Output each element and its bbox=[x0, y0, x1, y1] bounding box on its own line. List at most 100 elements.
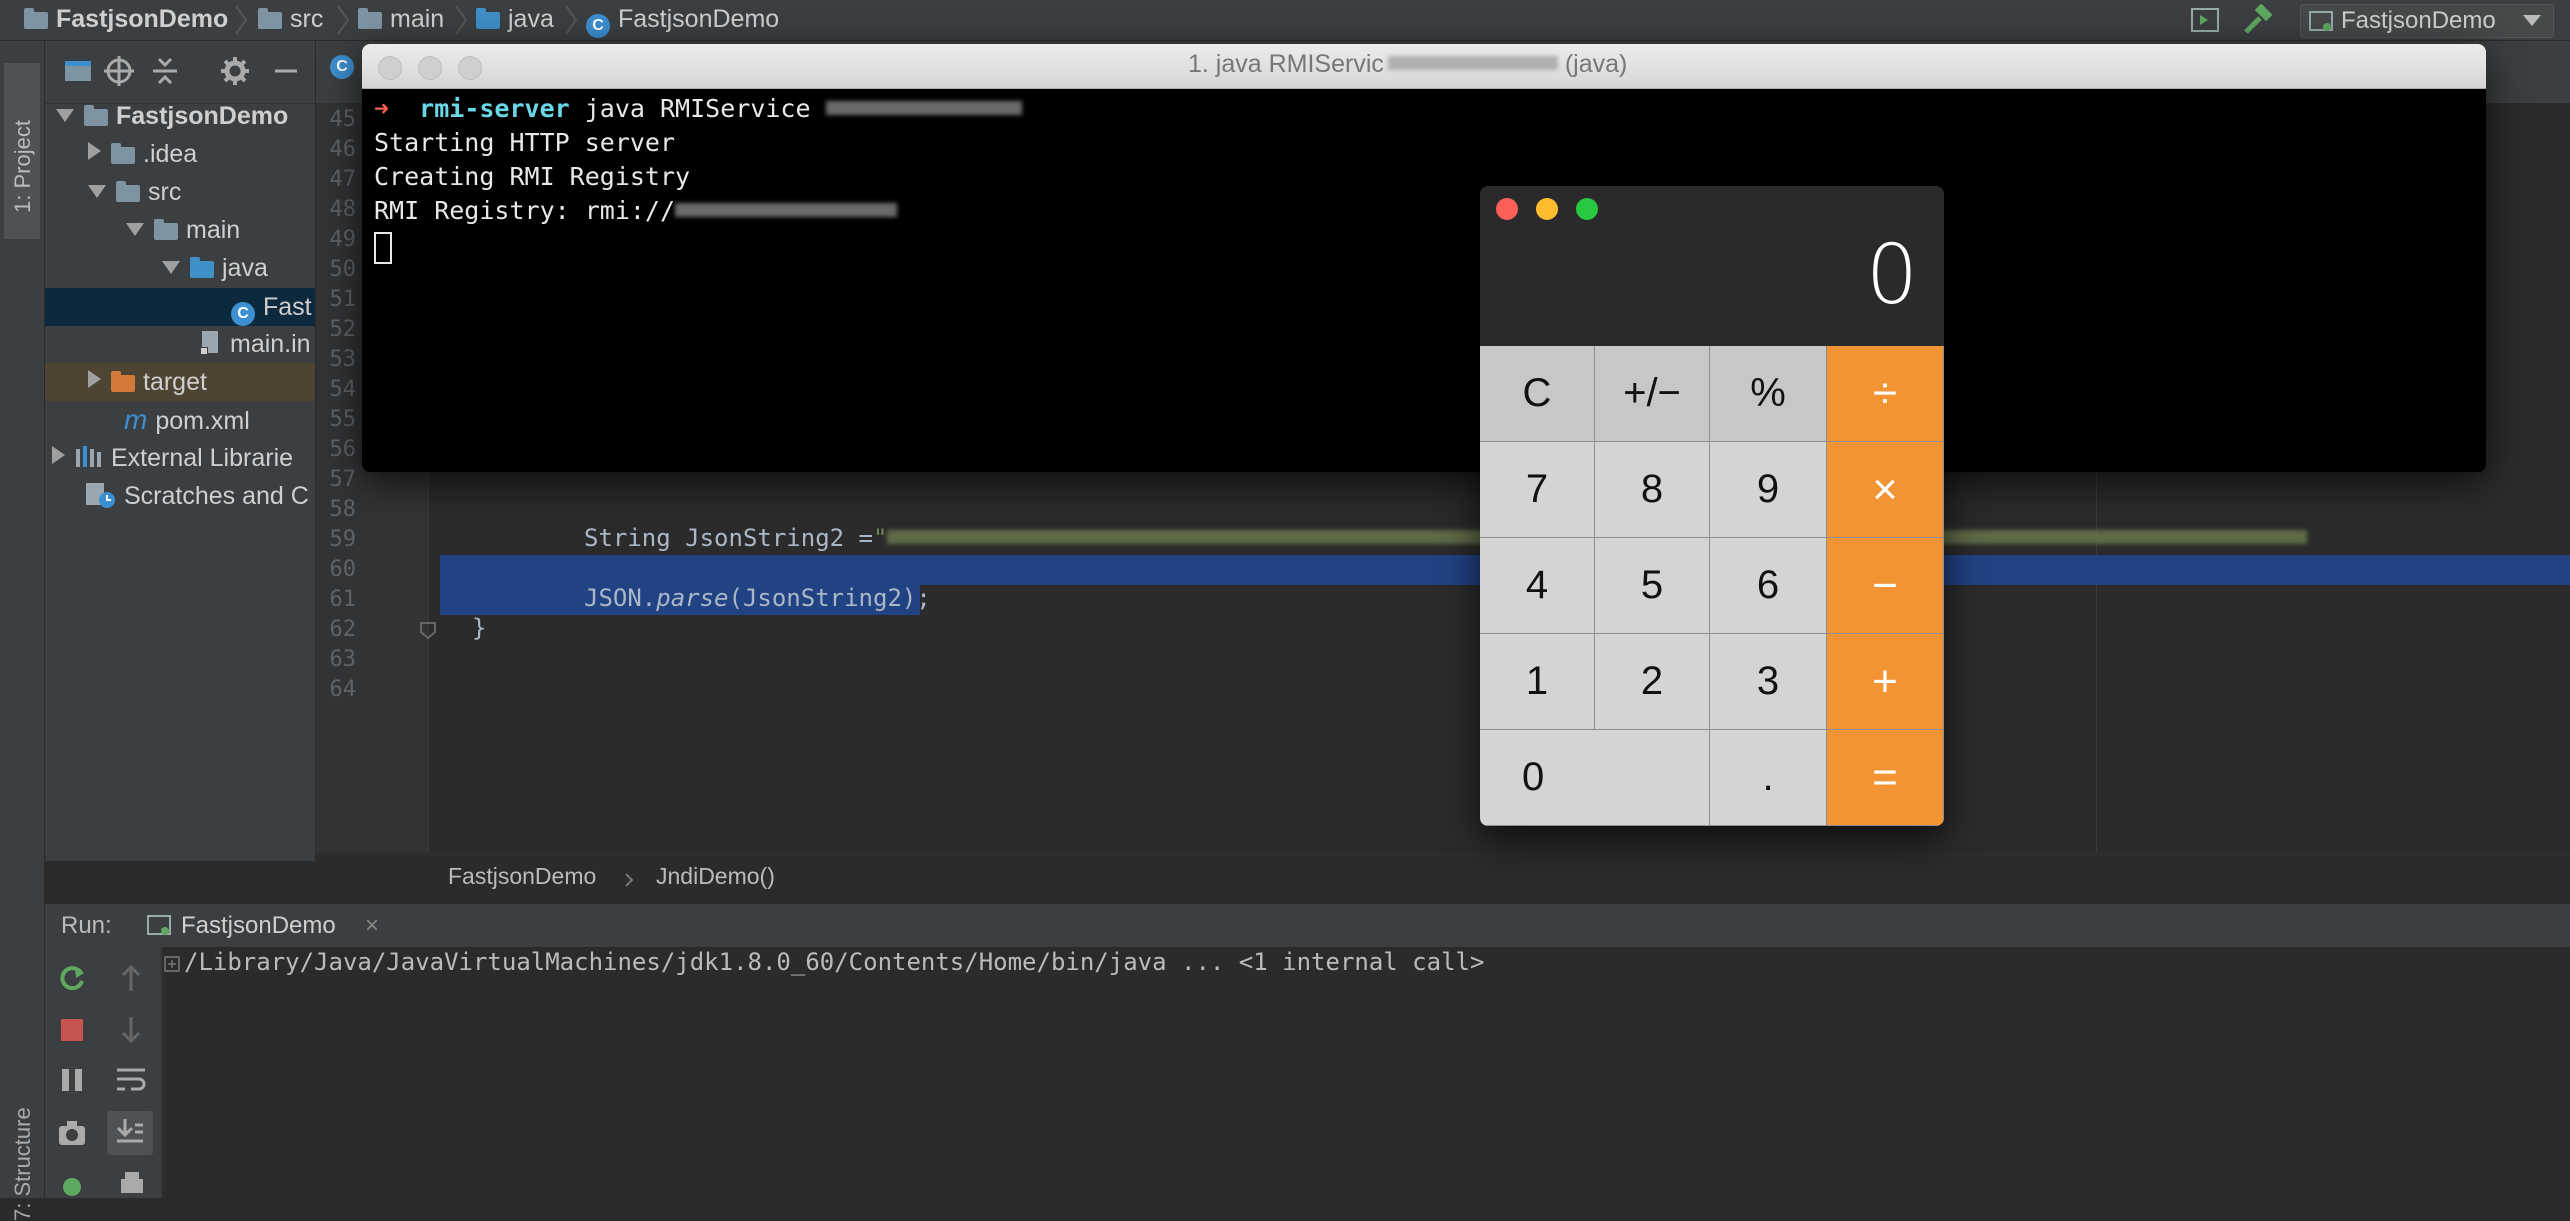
tree-item-main[interactable]: main bbox=[126, 211, 240, 249]
tree-item-scratches[interactable]: Scratches and C bbox=[84, 477, 309, 515]
scroll-to-end-toggle[interactable] bbox=[107, 1111, 153, 1155]
code-text: String JsonString2 = bbox=[584, 524, 873, 552]
fold-marker-icon[interactable] bbox=[418, 620, 438, 640]
code-line-59[interactable]: String JsonString2 =" bbox=[584, 524, 2308, 552]
stop-icon[interactable] bbox=[59, 1017, 85, 1043]
minimize-window-icon[interactable] bbox=[418, 56, 442, 80]
digit-3-button[interactable]: 3 bbox=[1710, 634, 1827, 730]
line-number: 49 bbox=[329, 227, 357, 252]
gear-icon[interactable] bbox=[219, 55, 251, 87]
digit-0-button[interactable]: 0 bbox=[1480, 730, 1710, 826]
editor-breadcrumb-method[interactable]: JndiDemo() bbox=[656, 863, 775, 890]
editor-breadcrumb-class[interactable]: FastjsonDemo bbox=[448, 863, 596, 890]
rerun-icon[interactable] bbox=[57, 963, 87, 993]
digit-6-button[interactable]: 6 bbox=[1710, 538, 1827, 634]
collapsed-arrow-icon bbox=[88, 142, 101, 160]
tree-item-main-iml[interactable]: main.in bbox=[200, 325, 311, 363]
pause-icon[interactable] bbox=[59, 1067, 85, 1093]
hide-panel-icon[interactable] bbox=[271, 55, 301, 87]
terminal-line: Creating RMI Registry bbox=[374, 162, 691, 191]
folder-icon bbox=[154, 219, 178, 240]
project-view-icon[interactable] bbox=[63, 57, 93, 85]
scratches-icon bbox=[86, 483, 115, 508]
editor-breadcrumb: FastjsonDemo JndiDemo() bbox=[316, 854, 2570, 903]
tree-item-java[interactable]: java bbox=[162, 249, 268, 287]
folder-icon bbox=[358, 8, 382, 29]
camera-icon[interactable] bbox=[57, 1119, 87, 1147]
tree-item-src[interactable]: src bbox=[88, 173, 181, 211]
prompt-arrow-icon: ➜ bbox=[374, 94, 390, 123]
line-number: 64 bbox=[329, 677, 357, 702]
decimal-button[interactable]: . bbox=[1710, 730, 1827, 826]
scroll-down-icon[interactable] bbox=[119, 1015, 143, 1045]
terminal-window[interactable]: 1. java RMIServic (java) ➜ rmi-server ja… bbox=[362, 44, 2486, 472]
calculator-window[interactable]: 0 C +/− % ÷ 7 8 9 × 4 5 6 − 1 2 3 + 0 . … bbox=[1480, 186, 1944, 826]
chevron-down-icon bbox=[2523, 15, 2541, 26]
tree-item-external-libraries[interactable]: External Librarie bbox=[52, 439, 293, 477]
close-icon[interactable]: × bbox=[365, 912, 379, 940]
settings-bug-icon[interactable] bbox=[57, 1169, 87, 1199]
minimize-window-icon[interactable] bbox=[1536, 198, 1558, 220]
digit-8-button[interactable]: 8 bbox=[1595, 442, 1710, 538]
scroll-up-icon[interactable] bbox=[119, 963, 143, 993]
subtract-button[interactable]: − bbox=[1827, 538, 1944, 634]
soft-wrap-icon[interactable] bbox=[115, 1065, 147, 1095]
run-configuration-select[interactable]: FastjsonDemo bbox=[2300, 4, 2554, 38]
tree-label: Fast bbox=[263, 293, 312, 321]
line-number: 55 bbox=[329, 407, 357, 432]
run-window-icon[interactable] bbox=[2190, 6, 2220, 34]
add-button[interactable]: + bbox=[1827, 634, 1944, 730]
fold-output-icon[interactable] bbox=[164, 956, 180, 972]
zoom-window-icon[interactable] bbox=[1576, 198, 1598, 220]
tree-label: target bbox=[143, 368, 207, 396]
terminal-title: 1. java RMIServic (java) bbox=[1188, 50, 1627, 79]
breadcrumb-java[interactable]: java bbox=[476, 0, 554, 40]
clear-button[interactable]: C bbox=[1480, 346, 1595, 442]
breadcrumb-project[interactable]: FastjsonDemo bbox=[24, 0, 228, 40]
locate-target-icon[interactable] bbox=[103, 55, 135, 87]
code-line-62[interactable]: } bbox=[472, 614, 486, 642]
code-line-61[interactable]: JSON.parse(JsonString2); bbox=[584, 584, 931, 612]
print-icon[interactable] bbox=[117, 1169, 147, 1199]
breadcrumb-main[interactable]: main bbox=[358, 0, 444, 40]
application-icon bbox=[2309, 11, 2333, 31]
breadcrumb-label: main bbox=[390, 5, 445, 33]
project-tool-window-button[interactable]: 1: Project bbox=[4, 63, 40, 239]
close-window-icon[interactable] bbox=[378, 56, 402, 80]
percent-button[interactable]: % bbox=[1710, 346, 1827, 442]
run-tab-label: FastjsonDemo bbox=[181, 912, 336, 939]
line-number: 56 bbox=[329, 437, 357, 462]
maven-icon: m bbox=[124, 404, 148, 435]
breadcrumb-label: FastjsonDemo bbox=[56, 5, 229, 33]
terminal-titlebar[interactable]: 1. java RMIServic (java) bbox=[362, 44, 2486, 89]
digit-5-button[interactable]: 5 bbox=[1595, 538, 1710, 634]
structure-tool-label[interactable]: 7: Structure bbox=[10, 1107, 36, 1221]
tree-item-target[interactable]: target bbox=[45, 363, 315, 401]
close-window-icon[interactable] bbox=[1496, 198, 1518, 220]
sign-toggle-button[interactable]: +/− bbox=[1595, 346, 1710, 442]
tree-root[interactable]: FastjsonDemo bbox=[56, 97, 288, 135]
divide-button[interactable]: ÷ bbox=[1827, 346, 1944, 442]
line-number: 47 bbox=[329, 167, 357, 192]
digit-7-button[interactable]: 7 bbox=[1480, 442, 1595, 538]
terminal-cursor bbox=[374, 232, 392, 264]
run-console[interactable] bbox=[45, 947, 2570, 1198]
line-number: 63 bbox=[329, 647, 357, 672]
breadcrumb-separator-icon bbox=[235, 6, 248, 34]
editor-tab[interactable]: C bbox=[330, 55, 360, 89]
collapse-all-icon[interactable] bbox=[149, 55, 181, 87]
equals-button[interactable]: = bbox=[1827, 730, 1944, 826]
tree-item-pom[interactable]: m pom.xml bbox=[124, 401, 250, 439]
breadcrumb-src[interactable]: src bbox=[258, 0, 323, 40]
scroll-to-end-icon bbox=[116, 1119, 143, 1143]
breadcrumb-class[interactable]: C FastjsonDemo bbox=[586, 0, 779, 40]
digit-1-button[interactable]: 1 bbox=[1480, 634, 1595, 730]
tree-item-idea[interactable]: .idea bbox=[88, 135, 197, 173]
tree-item-class-selected[interactable]: C Fast bbox=[45, 288, 315, 326]
digit-2-button[interactable]: 2 bbox=[1595, 634, 1710, 730]
zoom-window-icon[interactable] bbox=[458, 56, 482, 80]
multiply-button[interactable]: × bbox=[1827, 442, 1944, 538]
build-hammer-icon[interactable] bbox=[2242, 4, 2274, 36]
digit-9-button[interactable]: 9 bbox=[1710, 442, 1827, 538]
digit-4-button[interactable]: 4 bbox=[1480, 538, 1595, 634]
